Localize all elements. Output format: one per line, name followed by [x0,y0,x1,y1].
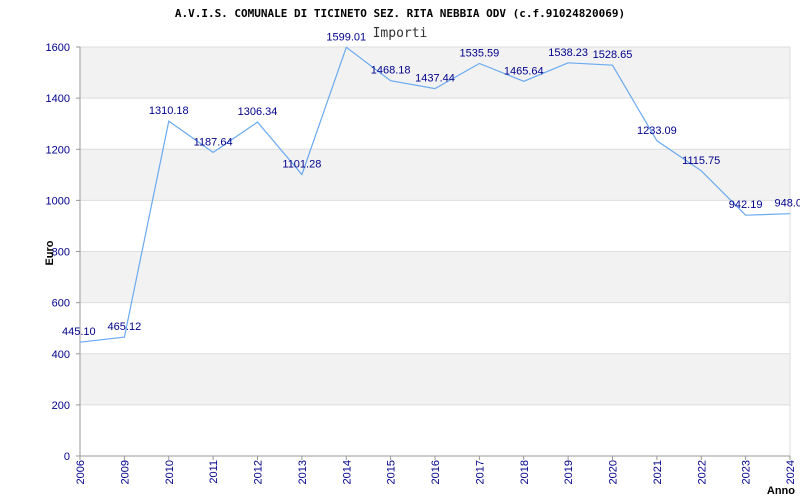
data-label: 1101.28 [282,158,321,170]
data-label: 1233.09 [637,125,677,137]
chart-subtitle: Importi [373,26,428,41]
data-label: 465.12 [108,321,142,333]
line-chart: A.V.I.S. COMUNALE DI TICINETO SEZ. RITA … [44,7,800,497]
x-tick-label: 2015 [386,460,398,484]
x-tick-label: 2020 [608,460,620,484]
data-label: 1528.65 [593,49,633,61]
y-tick-label: 0 [64,451,70,463]
x-tick-label: 2017 [474,460,486,484]
plot-band [80,251,790,303]
x-tick-label: 2022 [696,460,708,484]
x-tick-label: 2013 [297,460,309,484]
y-tick-label: 1400 [46,93,70,105]
x-tick-label: 2006 [75,460,87,484]
data-label: 1115.75 [682,155,720,167]
y-tick-label: 600 [52,298,70,310]
plot-background [80,47,790,405]
x-tick-label: 2016 [430,460,442,484]
y-tick-label: 200 [52,400,70,412]
x-tick-label: 2019 [563,460,575,484]
plot-band [80,353,790,405]
x-tick-label: 2009 [119,460,131,484]
y-axis-label: Euro [44,240,56,265]
y-tick-label: 1200 [46,144,70,156]
x-tick-label: 2010 [164,460,176,484]
data-label: 445.10 [62,326,96,338]
y-tick-label: 1000 [46,195,70,207]
data-label: 942.19 [729,199,763,211]
y-tick-label: 1600 [46,42,70,54]
data-label: 948.0 [774,198,800,210]
y-tick-label: 400 [52,349,70,361]
data-label: 1538.23 [548,47,588,59]
data-label: 1468.18 [371,65,411,77]
x-tick-label: 2023 [741,460,753,484]
data-label: 1599.01 [326,31,366,43]
x-tick-label: 2018 [519,460,531,484]
x-tick-labels: 2006 2009 2010 2011 2012 2013 2014 2015 2016 2017… [75,460,797,484]
data-label: 1187.64 [194,136,233,148]
data-label: 1310.18 [149,105,189,117]
chart-title: A.V.I.S. COMUNALE DI TICINETO SEZ. RITA … [175,7,625,20]
x-tick-label: 2014 [341,460,353,484]
x-tick-label: 2021 [652,460,664,484]
x-tick-label: 2024 [785,460,797,484]
x-tick-label: 2012 [253,460,265,484]
x-axis-label: Anno [767,485,795,497]
x-tick-label: 2011 [208,460,220,484]
data-label: 1306.34 [238,106,278,118]
data-label: 1465.64 [504,65,544,77]
data-label: 1437.44 [415,73,455,85]
data-label: 1535.59 [459,47,499,59]
